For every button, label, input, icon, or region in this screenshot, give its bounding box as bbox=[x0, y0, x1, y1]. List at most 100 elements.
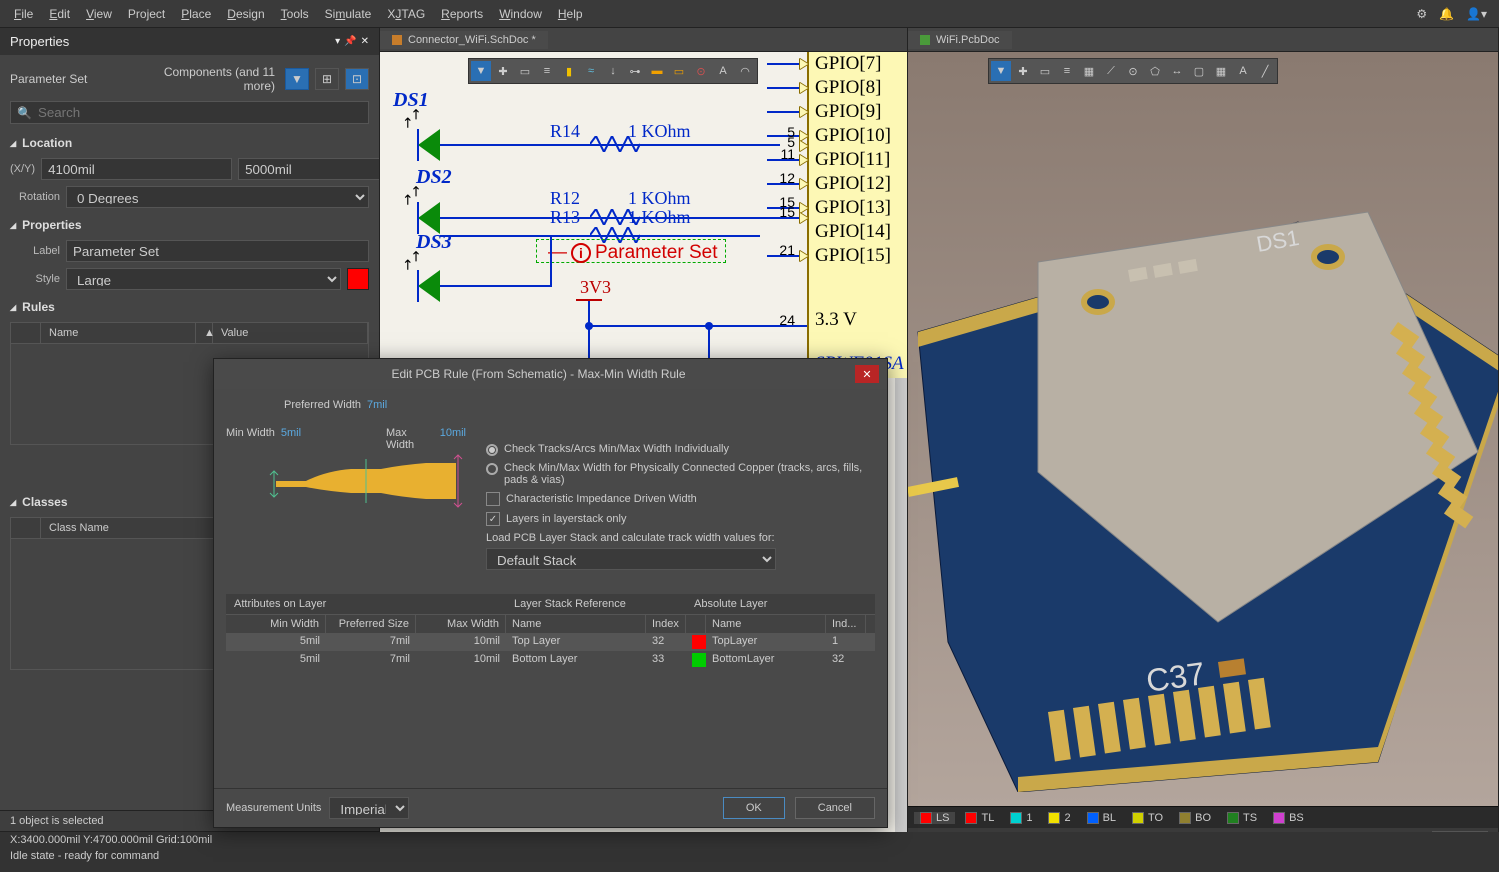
filter-button[interactable]: ▼ bbox=[285, 68, 309, 90]
layer-bs[interactable]: BS bbox=[1267, 812, 1310, 824]
diode-bar bbox=[417, 202, 419, 234]
sch-filter-icon[interactable]: ▼ bbox=[471, 61, 491, 81]
sch-directive-icon[interactable]: ⊙ bbox=[691, 61, 711, 81]
cancel-button[interactable]: Cancel bbox=[795, 797, 875, 819]
chk-impedance[interactable]: Characteristic Impedance Driven Width bbox=[486, 492, 875, 506]
menu-view[interactable]: View bbox=[78, 3, 120, 25]
col-pref-size[interactable]: Preferred Size bbox=[326, 615, 416, 633]
menu-simulate[interactable]: Simulate bbox=[317, 3, 380, 25]
gpio-11: GPIO[11] bbox=[809, 148, 907, 172]
pcb-select-icon[interactable]: ▭ bbox=[1035, 61, 1055, 81]
pcb-keepout-icon[interactable]: ▢ bbox=[1189, 61, 1209, 81]
rules-value-col[interactable]: Value bbox=[213, 323, 368, 343]
pcb-route-icon[interactable]: ⟋ bbox=[1101, 61, 1121, 81]
pcb-poly-icon[interactable]: ⬠ bbox=[1145, 61, 1165, 81]
opt-physically-connected[interactable]: Check Min/Max Width for Physically Conne… bbox=[486, 462, 875, 486]
layer-1[interactable]: 1 bbox=[1004, 812, 1038, 824]
close-icon[interactable]: ✕ bbox=[855, 365, 879, 383]
sch-bus-icon[interactable]: ↓ bbox=[603, 61, 623, 81]
col-min-width[interactable]: Min Width bbox=[226, 615, 326, 633]
sch-arc-icon[interactable]: ◠ bbox=[735, 61, 755, 81]
search-input[interactable] bbox=[38, 105, 362, 120]
table-row[interactable]: 5mil 7mil 10mil Bottom Layer 33 BottomLa… bbox=[226, 651, 875, 669]
opt-individual[interactable]: Check Tracks/Arcs Min/Max Width Individu… bbox=[486, 443, 875, 456]
menu-xjtag[interactable]: XJTAG bbox=[379, 3, 433, 25]
menu-reports[interactable]: Reports bbox=[433, 3, 491, 25]
dropdown-icon[interactable]: ▾ bbox=[335, 36, 340, 47]
section-location[interactable]: Location bbox=[10, 136, 369, 150]
sch-text-icon[interactable]: A bbox=[713, 61, 733, 81]
menu-project[interactable]: Project bbox=[120, 3, 173, 25]
col-max-width[interactable]: Max Width bbox=[416, 615, 506, 633]
color-swatch[interactable] bbox=[347, 268, 369, 290]
parameter-set-directive[interactable]: — i Parameter Set bbox=[548, 242, 718, 264]
units-select[interactable]: Imperial bbox=[329, 797, 409, 819]
menu-edit[interactable]: Edit bbox=[41, 3, 78, 25]
section-rules[interactable]: Rules bbox=[10, 300, 369, 314]
menu-tools[interactable]: Tools bbox=[273, 3, 317, 25]
layer-to[interactable]: TO bbox=[1126, 812, 1169, 824]
rules-name-col[interactable]: Name bbox=[41, 323, 196, 343]
section-properties[interactable]: Properties bbox=[10, 218, 369, 232]
layer-ts[interactable]: TS bbox=[1221, 812, 1263, 824]
sch-tab[interactable]: Connector_WiFi.SchDoc * bbox=[380, 31, 548, 49]
pcb-dim-icon[interactable]: ↔ bbox=[1167, 61, 1187, 81]
rotation-select[interactable]: 0 Degrees bbox=[66, 186, 369, 208]
y-input[interactable] bbox=[238, 158, 379, 180]
col-abs-name[interactable]: Name bbox=[706, 615, 826, 633]
pin-icon[interactable]: 📌 bbox=[344, 36, 356, 47]
wire bbox=[440, 235, 760, 237]
style-select[interactable]: Large bbox=[66, 268, 341, 290]
sort-icon[interactable]: ▲ bbox=[196, 323, 213, 343]
layer-tl[interactable]: TL bbox=[959, 812, 1000, 824]
gear-icon[interactable]: ⚙ bbox=[1410, 3, 1433, 25]
sch-net-icon[interactable]: ≈ bbox=[581, 61, 601, 81]
layer-ls[interactable]: LS bbox=[914, 812, 955, 824]
filter-summary[interactable]: Components (and 11 more) bbox=[136, 65, 275, 93]
chk-layerstack-only[interactable]: ✓ Layers in layerstack only bbox=[486, 512, 875, 526]
sch-select-icon[interactable]: ▭ bbox=[515, 61, 535, 81]
sch-port-icon[interactable]: ⊶ bbox=[625, 61, 645, 81]
close-panel-icon[interactable]: ✕ bbox=[361, 36, 369, 47]
col-name[interactable]: Name bbox=[506, 615, 646, 633]
dialog-titlebar[interactable]: Edit PCB Rule (From Schematic) - Max-Min… bbox=[214, 359, 887, 389]
selection-mode-2-icon[interactable]: ⊡ bbox=[345, 68, 369, 90]
menu-window[interactable]: Window bbox=[491, 3, 550, 25]
col-index[interactable]: Index bbox=[646, 615, 686, 633]
layer-bl[interactable]: BL bbox=[1081, 812, 1122, 824]
search-box[interactable]: 🔍 bbox=[10, 101, 369, 124]
user-icon[interactable]: 👤▾ bbox=[1460, 3, 1493, 25]
pcb-tab[interactable]: WiFi.PcbDoc bbox=[908, 31, 1012, 49]
menu-design[interactable]: Design bbox=[219, 3, 272, 25]
selection-mode-1-icon[interactable]: ⊞ bbox=[315, 68, 339, 90]
x-input[interactable] bbox=[41, 158, 232, 180]
table-row[interactable]: 5mil 7mil 10mil Top Layer 32 TopLayer 1 bbox=[226, 633, 875, 651]
menu-file[interactable]: File bbox=[6, 3, 41, 25]
sch-grid-icon[interactable]: ▮ bbox=[559, 61, 579, 81]
menu-place[interactable]: Place bbox=[173, 3, 219, 25]
label-input[interactable] bbox=[66, 240, 369, 262]
pcb-grid-icon[interactable]: ▦ bbox=[1211, 61, 1231, 81]
pcb-align-icon[interactable]: ≡ bbox=[1057, 61, 1077, 81]
sch-move-icon[interactable]: ✚ bbox=[493, 61, 513, 81]
search-icon: 🔍 bbox=[17, 106, 32, 120]
sch-harness-icon[interactable]: ▬ bbox=[647, 61, 667, 81]
pcb-line-icon[interactable]: ╱ bbox=[1255, 61, 1275, 81]
ok-button[interactable]: OK bbox=[723, 797, 785, 819]
bell-icon[interactable]: 🔔 bbox=[1433, 3, 1460, 25]
sch-align-icon[interactable]: ≡ bbox=[537, 61, 557, 81]
layer-2[interactable]: 2 bbox=[1042, 812, 1076, 824]
pcb-via-icon[interactable]: ⊙ bbox=[1123, 61, 1143, 81]
stack-ref-header: Layer Stack Reference bbox=[506, 594, 686, 614]
col-abs-idx[interactable]: Ind... bbox=[826, 615, 866, 633]
pcb-3d-canvas[interactable]: ▼ ✚ ▭ ≡ ▦ ⟋ ⊙ ⬠ ↔ ▢ ▦ A ╱ bbox=[908, 52, 1498, 806]
pcb-comp-icon[interactable]: ▦ bbox=[1079, 61, 1099, 81]
pcb-text-icon[interactable]: A bbox=[1233, 61, 1253, 81]
sch-sheet-icon[interactable]: ▭ bbox=[669, 61, 689, 81]
menu-help[interactable]: Help bbox=[550, 3, 591, 25]
pcb-move-icon[interactable]: ✚ bbox=[1013, 61, 1033, 81]
pcb-filter-icon[interactable]: ▼ bbox=[991, 61, 1011, 81]
wire bbox=[440, 217, 780, 219]
layer-stack-select[interactable]: Default Stack bbox=[486, 548, 776, 570]
layer-bo[interactable]: BO bbox=[1173, 812, 1217, 824]
